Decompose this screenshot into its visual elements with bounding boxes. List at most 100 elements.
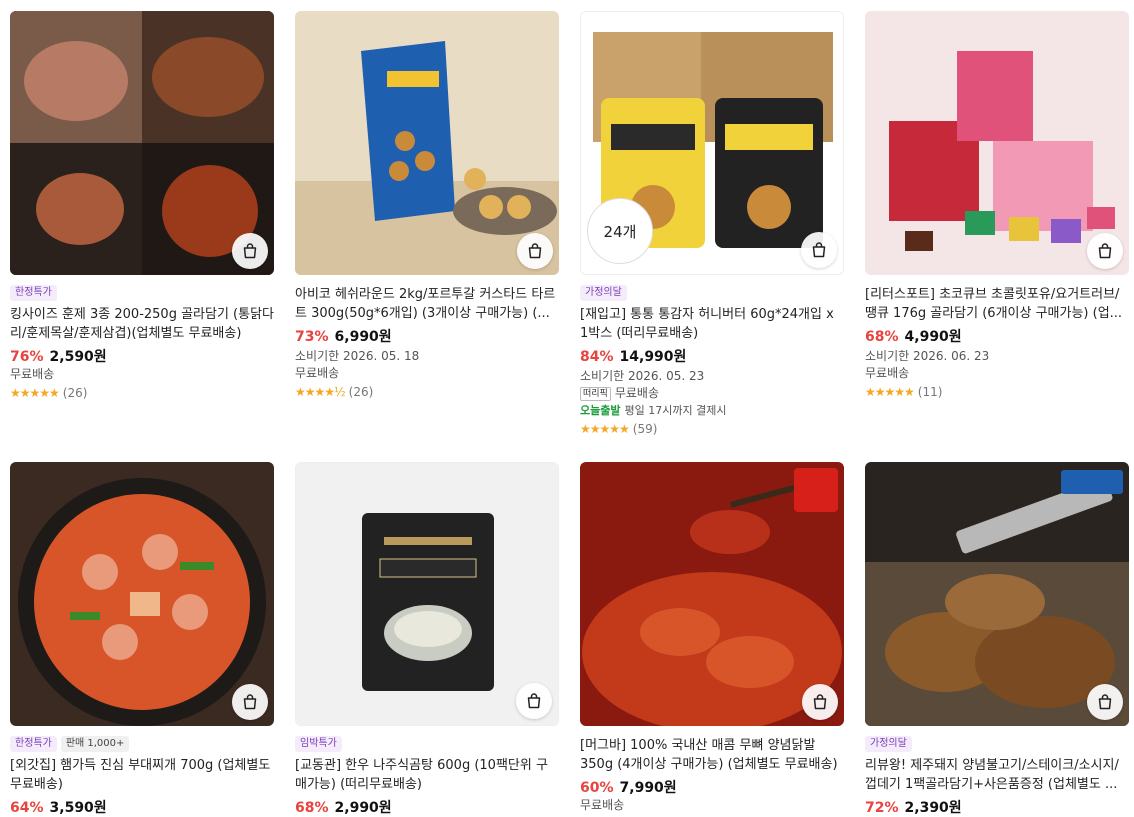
shipping-label: 무료배송	[580, 798, 625, 812]
product-image[interactable]: 24개	[580, 11, 844, 275]
discount-rate: 60%	[580, 780, 614, 796]
shipping-info: 무료배송	[580, 797, 844, 814]
shopping-bag-icon	[1098, 243, 1112, 259]
shopping-bag-icon	[527, 693, 541, 709]
sales-count-badge: 판매 1,000+	[60, 736, 130, 752]
rating: ★★★★★ (11)	[865, 385, 1129, 399]
shipping-label: 무료배송	[295, 366, 340, 380]
product-card[interactable]: 아비코 헤쉬라운드 2kg/포르투갈 커스타드 타르트 300g(50g*6개입…	[295, 11, 559, 399]
shopping-bag-icon	[1098, 694, 1112, 710]
price-row: 76% 2,590원	[10, 346, 274, 366]
review-count: (59)	[632, 422, 658, 436]
price-row: 73% 6,990원	[295, 326, 559, 346]
sale-price: 14,990원	[619, 349, 687, 365]
badge-row: 임박특가	[295, 736, 559, 752]
price-row: 64% 3,590원	[10, 797, 274, 817]
price-row: 68% 4,990원	[865, 326, 1129, 346]
expiry-date: 소비기한 2026. 05. 23	[580, 369, 705, 383]
product-title[interactable]: [리터스포트] 초코큐브 초콜릿포유/요거트러브/땡큐 176g 골라담기 (6…	[865, 285, 1129, 323]
discount-rate: 68%	[295, 800, 329, 816]
shipping-info: 떠리픽 무료배송	[580, 385, 844, 402]
product-card[interactable]: 임박특가 [교동관] 한우 나주식곰탕 600g (10팩단위 구매가능) (떠…	[295, 462, 559, 817]
shipping-info: 무료배송	[295, 365, 559, 382]
shipping-label: 무료배송	[865, 366, 910, 380]
price-row: 84% 14,990원	[580, 346, 844, 366]
product-image[interactable]	[580, 462, 844, 726]
expiry-date: 소비기한 2026. 05. 18	[295, 349, 420, 363]
add-to-cart-button[interactable]	[1087, 233, 1123, 269]
delivery-tag: 떠리픽	[580, 386, 611, 401]
add-to-cart-button[interactable]	[802, 684, 838, 720]
shopping-bag-icon	[813, 694, 827, 710]
product-image[interactable]	[865, 11, 1129, 275]
shipping-label: 무료배송	[10, 367, 55, 381]
product-title[interactable]: [교동관] 한우 나주식곰탕 600g (10팩단위 구매가능) (떠리무료배송…	[295, 756, 559, 794]
same-day-label: 오늘출발	[580, 404, 621, 417]
product-image[interactable]	[865, 462, 1129, 726]
product-title[interactable]: 아비코 헤쉬라운드 2kg/포르투갈 커스타드 타르트 300g(50g*6개입…	[295, 285, 559, 323]
sale-price: 3,590원	[49, 800, 107, 816]
product-card[interactable]: 한정특가 판매 1,000+ [외갓집] 햄가득 진심 부대찌개 700g (업…	[10, 462, 274, 817]
same-day-shipping: 오늘출발 평일 17시까지 결제시	[580, 402, 844, 419]
product-image-art	[10, 462, 274, 726]
promo-badge: 임박특가	[295, 736, 342, 752]
product-image[interactable]	[295, 11, 559, 275]
product-image-art	[865, 11, 1129, 275]
price-row: 72% 2,390원	[865, 797, 1129, 817]
product-image-art	[295, 11, 559, 275]
product-card[interactable]: 가정의달 리뷰왕! 제주돼지 양념불고기/스테이크/소시지/껍데기 1팩골라담기…	[865, 462, 1129, 817]
sale-price: 2,990원	[334, 800, 392, 816]
sale-price: 2,390원	[904, 800, 962, 816]
add-to-cart-button[interactable]	[516, 683, 552, 719]
star-icon: ★★★★★	[865, 385, 915, 399]
promo-badge: 한정특가	[10, 736, 57, 752]
add-to-cart-button[interactable]	[232, 233, 268, 269]
shipping-info: 무료배송	[865, 365, 1129, 382]
rating: ★★★★½ (26)	[295, 385, 559, 399]
product-image-art	[865, 462, 1129, 726]
same-day-text: 평일 17시까지 결제시	[624, 404, 727, 417]
star-icon: ★★★★½	[295, 385, 346, 399]
product-title[interactable]: 킹사이즈 훈제 3종 200-250g 골라담기 (통닭다리/훈제목살/훈제삼겹…	[10, 305, 274, 343]
shipping-info: 무료배송	[10, 366, 274, 383]
promo-badge: 가정의달	[580, 285, 627, 301]
add-to-cart-button[interactable]	[232, 684, 268, 720]
product-title[interactable]: [재입고] 통통 통감자 허니버터 60g*24개입 x 1박스 (떠리무료배송…	[580, 305, 844, 343]
promo-badge: 가정의달	[865, 736, 912, 752]
sale-price: 4,990원	[904, 329, 962, 345]
add-to-cart-button[interactable]	[517, 233, 553, 269]
product-card[interactable]: 24개 가정의달 [재입고] 통통 통감자 허니버터 60g*24개입 x 1박…	[580, 11, 844, 436]
badge-row: 한정특가 판매 1,000+	[10, 736, 274, 752]
product-image[interactable]	[10, 11, 274, 275]
product-title[interactable]: [외갓집] 햄가득 진심 부대찌개 700g (업체별도 무료배송)	[10, 756, 274, 794]
product-card[interactable]: [머그바] 100% 국내산 매콤 무뼈 양념닭발 350g (4개이상 구매가…	[580, 462, 844, 814]
discount-rate: 73%	[295, 329, 329, 345]
product-image-art	[10, 11, 274, 275]
badge-row: 한정특가	[10, 285, 274, 301]
shopping-bag-icon	[243, 694, 257, 710]
product-title[interactable]: [머그바] 100% 국내산 매콤 무뼈 양념닭발 350g (4개이상 구매가…	[580, 736, 844, 774]
shopping-bag-icon	[812, 242, 826, 258]
discount-rate: 68%	[865, 329, 899, 345]
add-to-cart-button[interactable]	[1087, 684, 1123, 720]
pack-count-badge: 24개	[587, 198, 653, 264]
star-icon: ★★★★★	[580, 422, 630, 436]
product-image[interactable]	[10, 462, 274, 726]
promo-badge: 한정특가	[10, 285, 57, 301]
product-card[interactable]: 한정특가 킹사이즈 훈제 3종 200-250g 골라담기 (통닭다리/훈제목살…	[10, 11, 274, 400]
product-image-art	[580, 462, 844, 726]
rating: ★★★★★ (59)	[580, 422, 844, 436]
price-row: 68% 2,990원	[295, 797, 559, 817]
discount-rate: 76%	[10, 349, 44, 365]
product-card[interactable]: [리터스포트] 초코큐브 초콜릿포유/요거트러브/땡큐 176g 골라담기 (6…	[865, 11, 1129, 399]
review-count: (26)	[348, 385, 374, 399]
star-icon: ★★★★★	[10, 386, 60, 400]
rating: ★★★★★ (26)	[10, 386, 274, 400]
add-to-cart-button[interactable]	[801, 232, 837, 268]
discount-rate: 72%	[865, 800, 899, 816]
review-count: (26)	[62, 386, 88, 400]
product-image[interactable]	[295, 462, 559, 726]
badge-row: 가정의달	[865, 736, 1129, 752]
product-image-art	[296, 463, 558, 725]
product-title[interactable]: 리뷰왕! 제주돼지 양념불고기/스테이크/소시지/껍데기 1팩골라담기+사은품증…	[865, 756, 1129, 794]
